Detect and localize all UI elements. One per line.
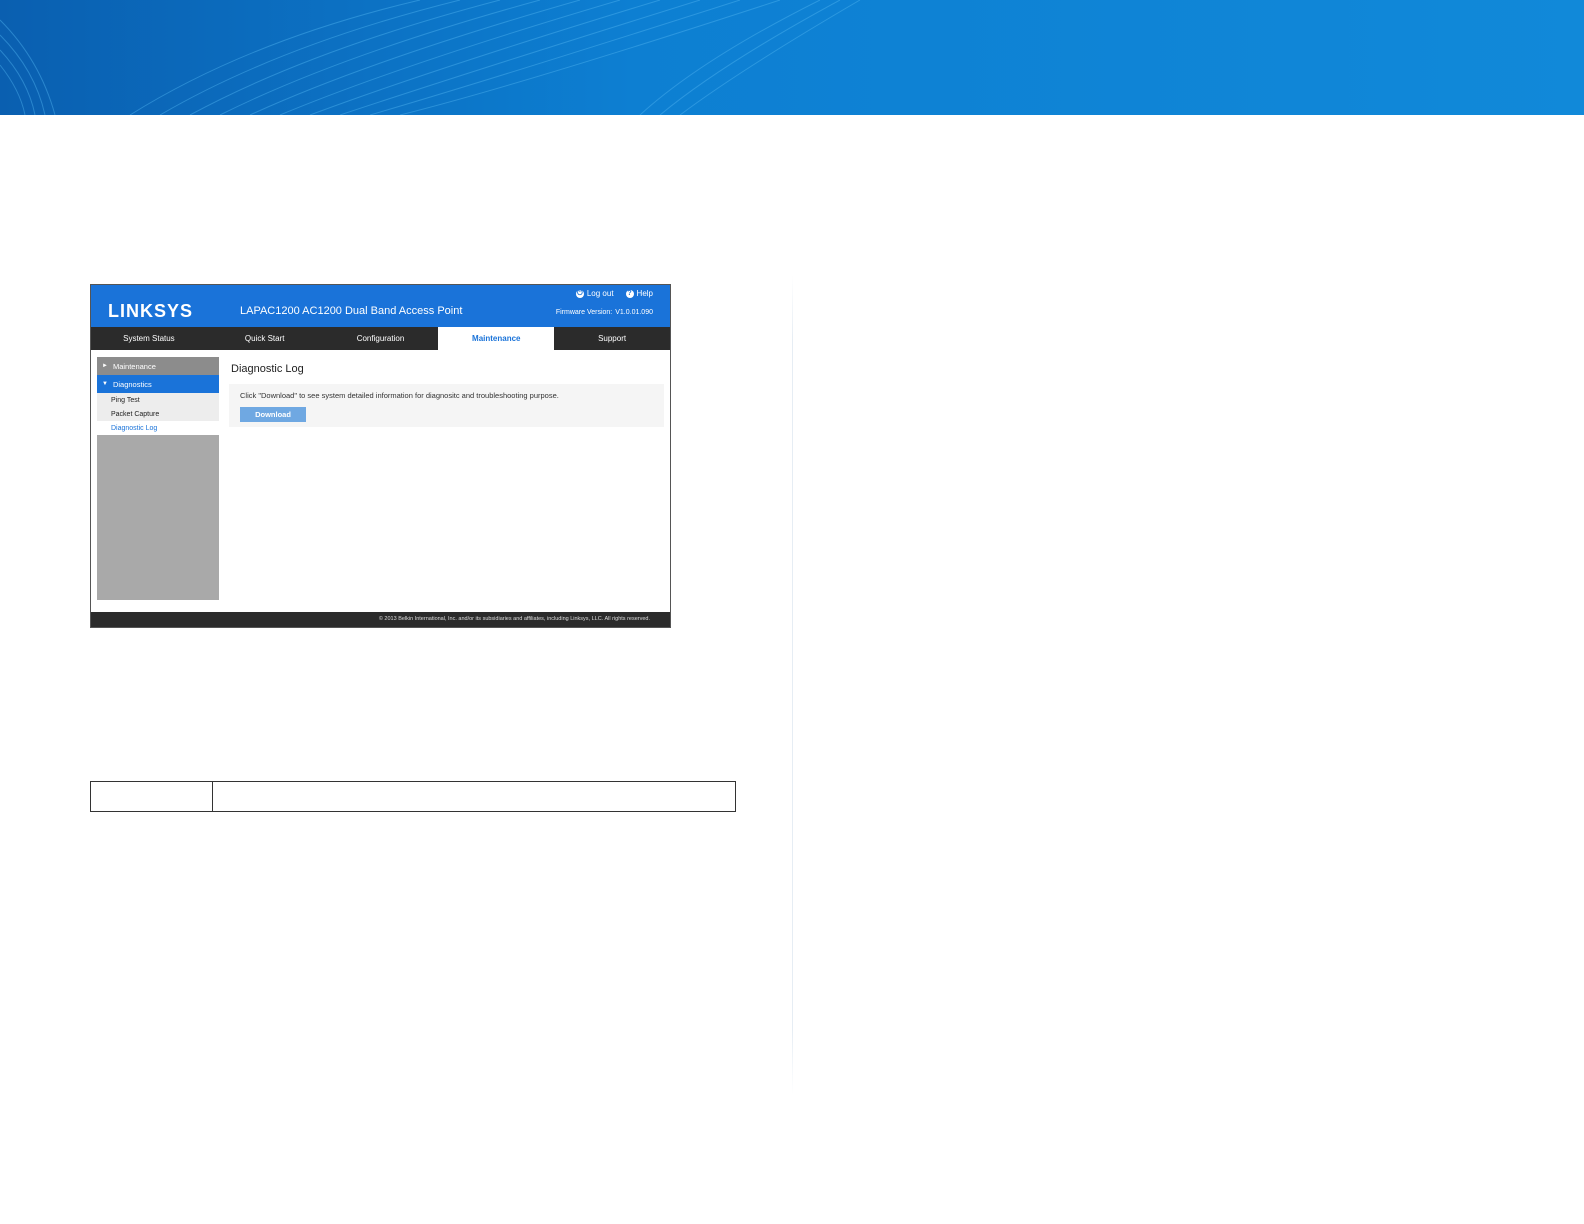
tab-quick-start[interactable]: Quick Start bbox=[207, 327, 323, 350]
product-title: LAPAC1200 AC1200 Dual Band Access Point bbox=[240, 305, 463, 317]
logout-icon: ⏻ bbox=[575, 289, 584, 298]
sidebar-item-ping-test[interactable]: Ping Test bbox=[97, 393, 219, 407]
chevron-down-icon: ▼ bbox=[102, 381, 108, 387]
info-table bbox=[90, 781, 736, 812]
tab-configuration[interactable]: Configuration bbox=[323, 327, 439, 350]
firmware-label: Firmware Version: bbox=[555, 309, 613, 316]
sidebar-item-maintenance[interactable]: ► Maintenance bbox=[97, 357, 219, 375]
help-icon: ? bbox=[625, 289, 634, 298]
app-footer: © 2013 Belkin International, Inc. and/or… bbox=[91, 612, 670, 627]
chevron-right-icon: ► bbox=[102, 363, 108, 369]
sidebar: ► Maintenance ▼ Diagnostics Ping Test Pa… bbox=[97, 357, 219, 600]
tab-system-status[interactable]: System Status bbox=[91, 327, 207, 350]
sidebar-item-packet-capture[interactable]: Packet Capture bbox=[97, 407, 219, 421]
column-divider bbox=[792, 275, 793, 1095]
logout-label: Log out bbox=[586, 289, 614, 298]
download-button[interactable]: Download bbox=[240, 407, 306, 422]
header-links: ⏻ Log out ? Help bbox=[575, 289, 653, 298]
firmware-value: V1.0.01.090 bbox=[615, 309, 653, 316]
sidebar-item-label: Diagnostics bbox=[112, 379, 152, 389]
tab-maintenance[interactable]: Maintenance bbox=[438, 327, 555, 350]
table-cell bbox=[213, 782, 735, 811]
main-tabs: System Status Quick Start Configuration … bbox=[91, 327, 670, 350]
firmware-version: Firmware Version: V1.0.01.090 bbox=[556, 309, 653, 316]
logout-link[interactable]: ⏻ Log out bbox=[575, 289, 614, 298]
banner-wave-graphic bbox=[0, 0, 861, 115]
content-description: Click "Download" to see system detailed … bbox=[240, 391, 559, 400]
sidebar-submenu: Ping Test Packet Capture Diagnostic Log bbox=[97, 393, 219, 435]
help-link[interactable]: ? Help bbox=[625, 289, 653, 298]
sidebar-item-diagnostic-log[interactable]: Diagnostic Log bbox=[97, 421, 219, 435]
sidebar-item-diagnostics[interactable]: ▼ Diagnostics bbox=[97, 375, 219, 393]
app-header: LINKSYS LAPAC1200 AC1200 Dual Band Acces… bbox=[91, 285, 670, 327]
help-label: Help bbox=[636, 289, 653, 298]
page-banner bbox=[0, 0, 1584, 115]
linksys-logo: LINKSYS bbox=[108, 301, 194, 321]
copyright-text: © 2013 Belkin International, Inc. and/or… bbox=[378, 616, 650, 622]
sidebar-item-label: Maintenance bbox=[112, 361, 156, 371]
content-panel: Click "Download" to see system detailed … bbox=[229, 384, 664, 427]
screenshot-frame: LINKSYS LAPAC1200 AC1200 Dual Band Acces… bbox=[90, 284, 671, 628]
tab-support[interactable]: Support bbox=[554, 327, 670, 350]
table-cell bbox=[91, 782, 213, 811]
page-title: Diagnostic Log bbox=[231, 363, 304, 375]
